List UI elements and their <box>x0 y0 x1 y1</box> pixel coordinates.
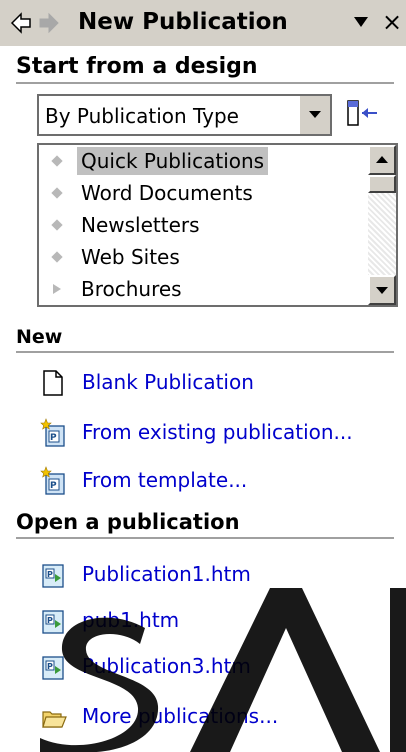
close-pane-button[interactable]: × <box>382 8 402 36</box>
forward-arrow-icon[interactable] <box>38 11 60 35</box>
open-publication-heading: Open a publication <box>16 510 394 539</box>
bullet-diamond-icon <box>51 219 63 231</box>
recent-file-publication1[interactable]: P Publication1.htm <box>0 558 400 594</box>
scroll-thumb[interactable] <box>368 175 396 193</box>
svg-text:P: P <box>50 481 57 491</box>
list-item-label: Newsletters <box>81 213 200 237</box>
bullet-diamond-icon <box>51 251 63 263</box>
link-label[interactable]: Publication1.htm <box>82 562 251 586</box>
bullet-diamond-icon <box>51 187 63 199</box>
list-item-web-sites[interactable]: Web Sites <box>39 241 359 273</box>
recent-file-publication3[interactable]: P Publication3.htm <box>0 650 400 686</box>
publisher-file-icon: P <box>42 610 64 634</box>
task-pane-title: New Publication <box>78 9 288 35</box>
from-existing-publication-link[interactable]: P From existing publication... <box>0 416 400 452</box>
publisher-file-icon: P <box>42 656 64 680</box>
blank-publication-link[interactable]: Blank Publication <box>0 366 400 402</box>
bullet-diamond-icon <box>51 155 63 167</box>
link-label[interactable]: From existing publication... <box>82 420 353 444</box>
link-label[interactable]: pub1.htm <box>82 608 179 632</box>
link-label[interactable]: Blank Publication <box>82 370 254 394</box>
svg-text:P: P <box>47 662 53 671</box>
publisher-file-icon: P <box>42 564 64 588</box>
blank-page-icon <box>43 370 63 396</box>
link-label[interactable]: Publication3.htm <box>82 654 251 678</box>
list-item-quick-publications[interactable]: Quick Publications <box>39 145 359 177</box>
list-item-label: Web Sites <box>81 245 180 269</box>
task-pane-titlebar: New Publication × <box>0 0 406 46</box>
recent-file-pub1[interactable]: P pub1.htm <box>0 604 400 640</box>
dropdown-arrow-button[interactable] <box>299 96 330 134</box>
svg-text:P: P <box>47 616 53 625</box>
list-item-label: Brochures <box>81 277 182 301</box>
start-from-design-heading: Start from a design <box>16 54 394 84</box>
publisher-wizard-icon: P <box>40 418 65 447</box>
list-item-brochures[interactable]: Brochures <box>39 273 359 305</box>
dropdown-selected-value: By Publication Type <box>45 104 239 128</box>
list-item-label: Word Documents <box>81 181 253 205</box>
list-item-label: Quick Publications <box>77 147 269 175</box>
new-heading: New <box>16 326 394 353</box>
scroll-up-button[interactable] <box>368 145 396 175</box>
svg-text:P: P <box>50 433 57 443</box>
expand-triangle-icon <box>53 284 61 294</box>
svg-text:P: P <box>47 570 53 579</box>
link-label[interactable]: From template... <box>82 468 247 492</box>
link-label[interactable]: More publications... <box>82 704 278 728</box>
publication-type-dropdown[interactable]: By Publication Type <box>37 94 332 136</box>
from-template-link[interactable]: P From template... <box>0 464 400 500</box>
pane-menu-dropdown-icon[interactable] <box>354 17 368 29</box>
design-category-list[interactable]: Quick Publications Word Documents Newsle… <box>37 143 398 307</box>
publisher-wizard-icon: P <box>40 466 65 495</box>
list-item-newsletters[interactable]: Newsletters <box>39 209 359 241</box>
more-publications-link[interactable]: More publications... <box>0 700 400 736</box>
scroll-down-button[interactable] <box>368 275 396 305</box>
back-arrow-icon[interactable] <box>10 11 32 35</box>
open-folder-icon <box>42 711 67 728</box>
list-item-word-documents[interactable]: Word Documents <box>39 177 359 209</box>
show-hide-tree-icon[interactable] <box>344 98 380 128</box>
list-scrollbar[interactable] <box>368 145 396 305</box>
